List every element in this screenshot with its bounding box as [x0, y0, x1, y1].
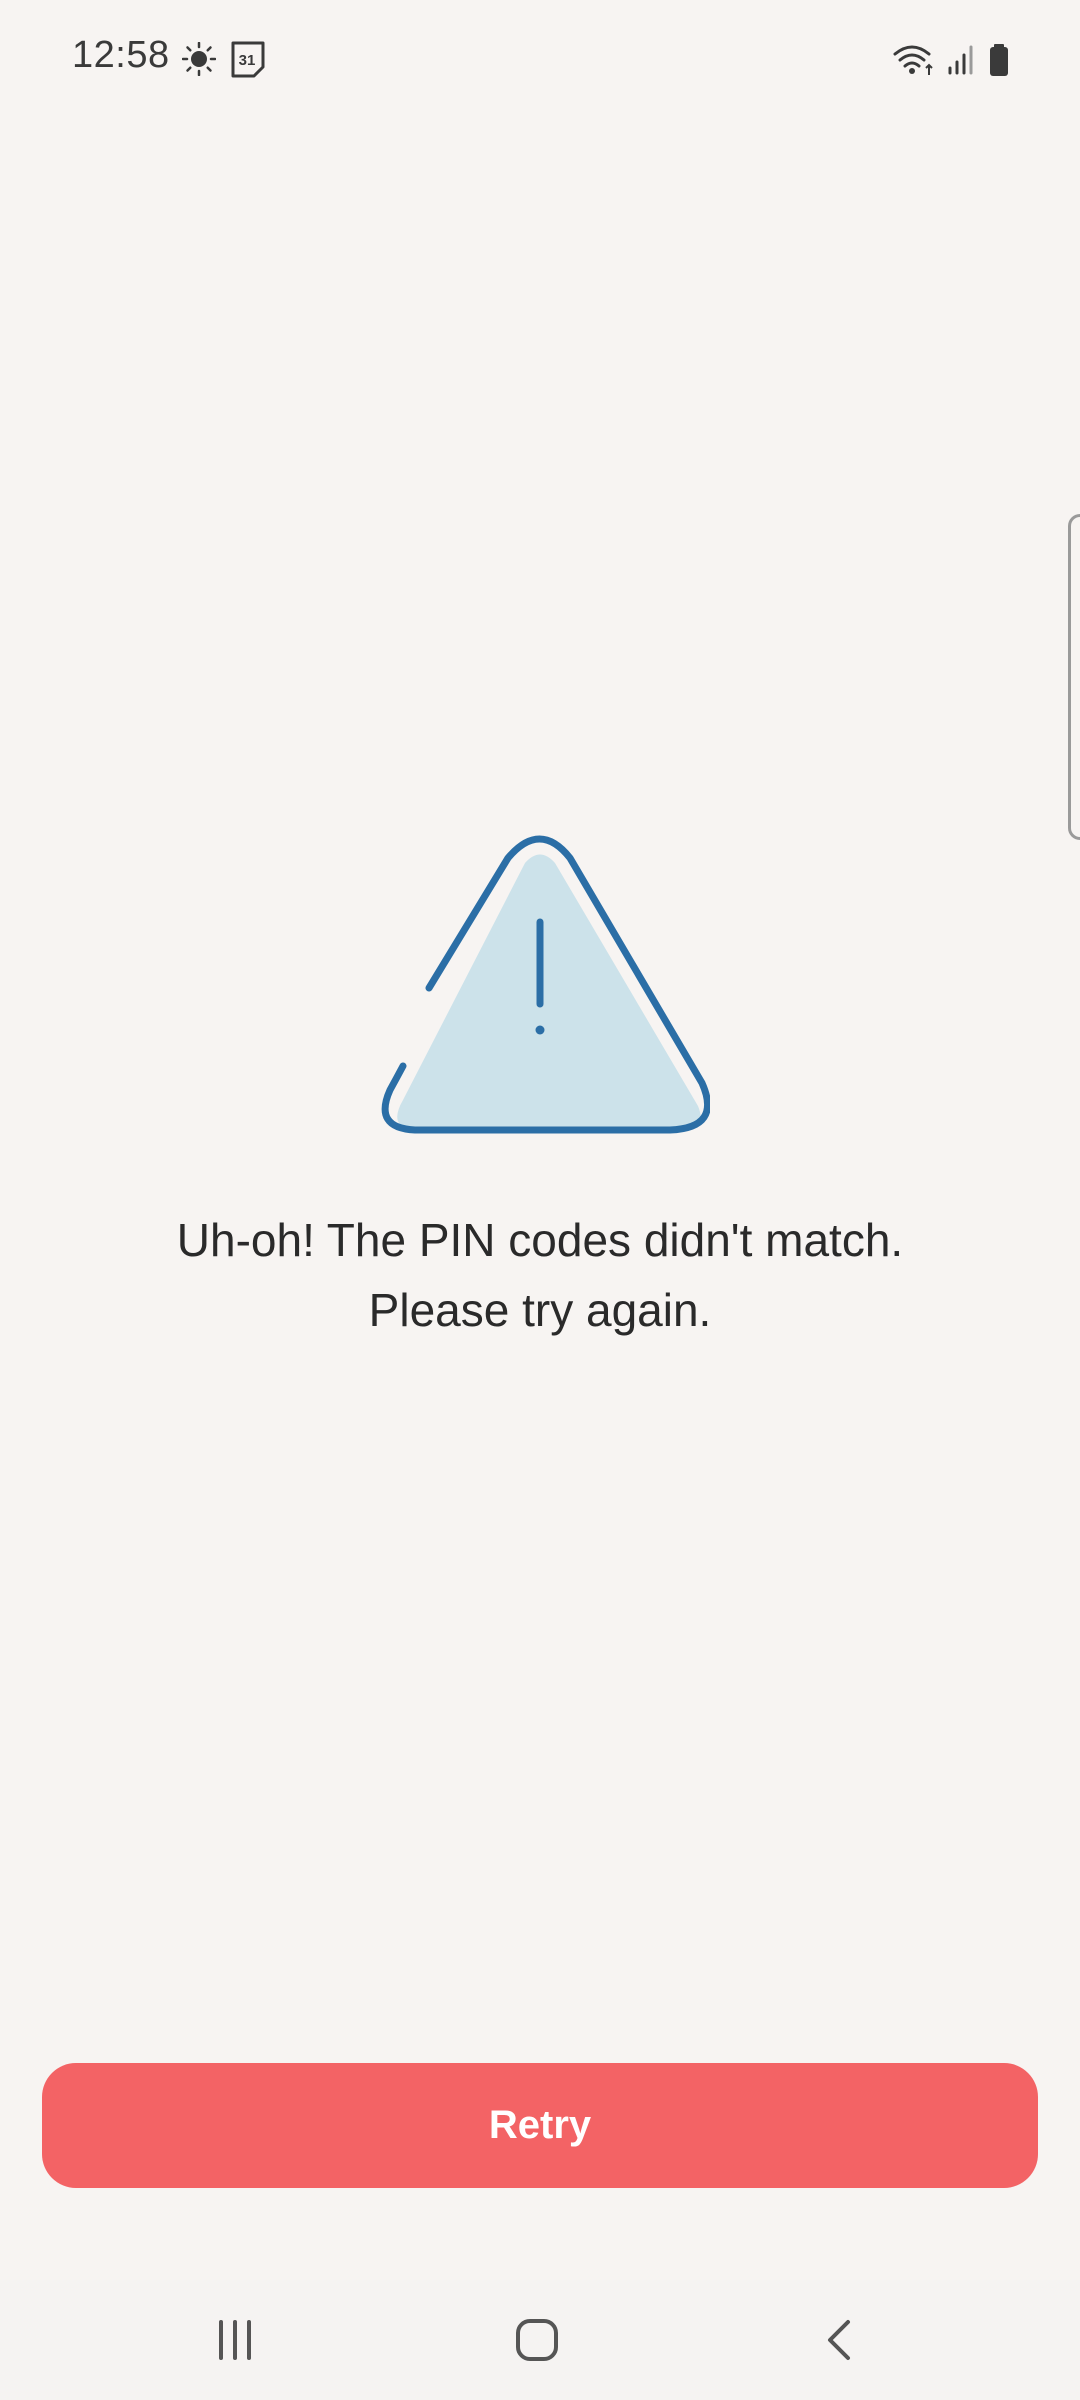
brightness-icon: [182, 42, 216, 76]
home-icon: [516, 2319, 558, 2361]
status-icons: [892, 40, 1010, 80]
error-message: Uh-oh! The PIN codes didn't match. Pleas…: [60, 1205, 1020, 1345]
warning-triangle-icon: [381, 835, 710, 1134]
error-message-line2: Please try again.: [368, 1284, 712, 1336]
wifi-icon: [893, 45, 933, 75]
calendar-icon: 31: [231, 41, 265, 78]
home-button[interactable]: [497, 2300, 577, 2380]
calendar-day: 31: [239, 52, 256, 69]
retry-button[interactable]: Retry: [42, 2063, 1038, 2188]
recent-apps-icon: [219, 2320, 251, 2360]
status-bar: 12:58 31: [0, 0, 1080, 120]
retry-button-label: Retry: [488, 2103, 592, 2147]
signal-icon: [948, 45, 973, 75]
error-message-line1: Uh-oh! The PIN codes didn't match.: [176, 1214, 904, 1266]
back-button[interactable]: [800, 2300, 880, 2380]
edge-panel-handle[interactable]: [1068, 514, 1080, 840]
status-time: 12:58: [72, 34, 170, 76]
back-icon: [828, 2320, 850, 2360]
recent-apps-button[interactable]: [195, 2300, 275, 2380]
navigation-bar: [0, 2280, 1080, 2400]
battery-icon: [990, 44, 1008, 76]
